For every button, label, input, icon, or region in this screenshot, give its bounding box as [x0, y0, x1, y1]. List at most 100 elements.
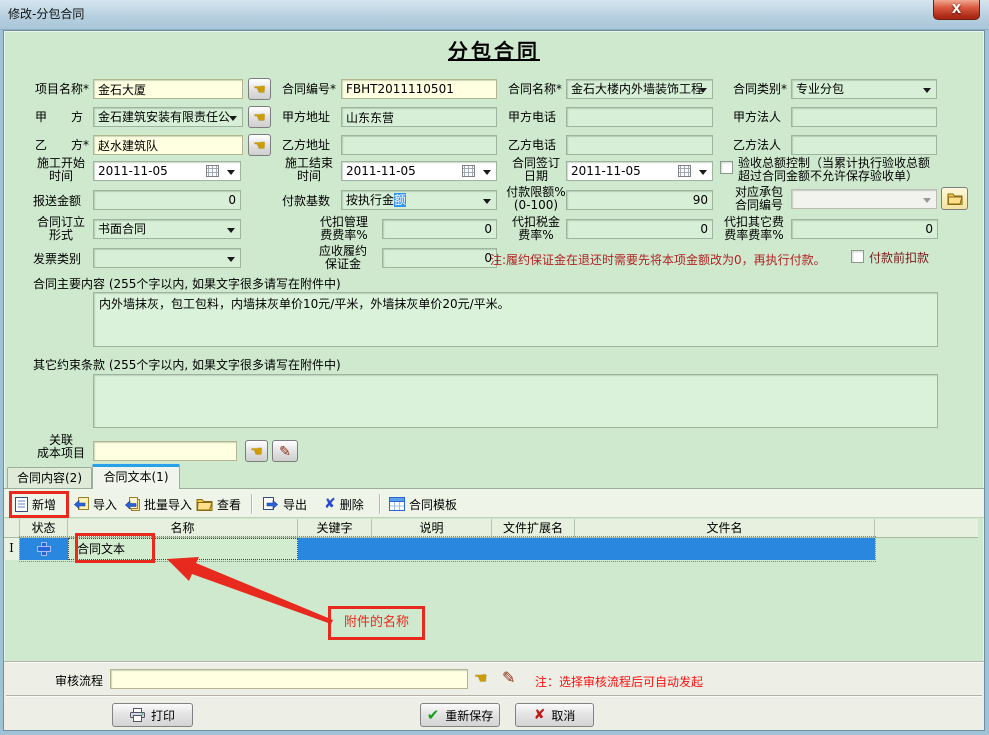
plus-icon [38, 543, 50, 555]
party-b-phone-input[interactable] [566, 135, 713, 155]
mgmt-fee-rate-label: 代扣管理 费费率% [310, 216, 378, 242]
template-button[interactable]: 合同模板 [389, 493, 457, 515]
name-cell[interactable]: 合同文本 [68, 538, 298, 560]
pre-payment-deduct-label: 付款前扣款 [869, 251, 929, 265]
party-a-legal-input[interactable] [791, 107, 937, 127]
doc-new-icon [15, 497, 28, 512]
report-amount-input[interactable] [93, 190, 241, 210]
delete-x-icon: ✘ [324, 497, 336, 512]
sign-date-datepicker[interactable]: 2011-11-05 [566, 161, 713, 181]
start-time-datepicker[interactable]: 2011-11-05 [93, 161, 241, 181]
chevron-down-icon [227, 228, 235, 237]
other-terms-textarea[interactable] [93, 374, 938, 428]
grid-header-status: 状态 [20, 519, 68, 538]
other-fee-rate-input[interactable] [791, 219, 938, 239]
deposit-note: 注:履约保证金在退还时需要先将本项金额改为0，再执行付款。 [490, 251, 826, 268]
chevron-down-icon [699, 170, 707, 179]
import-button[interactable]: 导入 [73, 493, 117, 515]
batch-import-icon [124, 497, 140, 512]
grid-header-file-name: 文件名 [575, 519, 875, 538]
end-time-datepicker[interactable]: 2011-11-05 [341, 161, 497, 181]
acceptance-control-label: 验收总额控制（当累计执行验收总额 超过合同金额不允许保存验收单） [738, 157, 964, 183]
party-a-label: 甲 方 [35, 110, 83, 124]
pre-payment-deduct-checkbox[interactable] [851, 250, 864, 263]
print-button[interactable]: 打印 [112, 703, 193, 727]
cost-item-picker-button[interactable]: ☚ [245, 440, 268, 462]
contract-form-label: 合同订立 形式 [30, 216, 92, 242]
grid-header-file-ext: 文件扩展名 [492, 519, 575, 538]
mgmt-fee-rate-input[interactable] [382, 219, 497, 239]
party-b-legal-input[interactable] [791, 135, 937, 155]
acceptance-control-checkbox[interactable] [720, 161, 733, 174]
template-icon [389, 497, 405, 511]
party-a-address-input[interactable] [341, 107, 497, 127]
grid-header-keyword: 关键字 [298, 519, 372, 538]
approval-clear-button[interactable]: ✎ [502, 668, 515, 687]
party-a-phone-input[interactable] [566, 107, 713, 127]
cost-item-input[interactable] [93, 441, 237, 461]
save-button[interactable]: ✔ 重新保存 [420, 703, 500, 727]
grid-header-description: 说明 [372, 519, 492, 538]
keyword-cell[interactable] [298, 538, 372, 560]
view-button[interactable]: 查看 [196, 493, 241, 515]
close-button[interactable]: X [933, 0, 980, 20]
status-cell[interactable] [20, 538, 68, 560]
party-a-picker-button[interactable]: ☚ [248, 106, 271, 128]
batch-import-button[interactable]: 批量导入 [124, 493, 192, 515]
add-button[interactable]: 新增 [15, 493, 56, 515]
approval-flow-label: 审核流程 [55, 674, 103, 688]
grid-header-filler [875, 519, 978, 538]
payment-limit-input[interactable] [566, 190, 713, 210]
deposit-label: 应收履约 保证金 [308, 245, 378, 271]
party-a-select[interactable]: 金石建筑安装有限责任公 [93, 107, 243, 127]
chevron-down-icon [923, 88, 931, 97]
deposit-input[interactable] [382, 248, 497, 268]
party-b-address-label: 乙方地址 [282, 138, 330, 152]
hand-picker-icon: ☚ [253, 110, 266, 126]
party-b-label: 乙 方* [35, 138, 89, 152]
approval-picker-button[interactable]: ☚ [474, 669, 487, 688]
contract-type-select[interactable]: 专业分包 [791, 79, 937, 99]
file-name-cell[interactable] [575, 538, 875, 560]
footer-divider [6, 695, 982, 696]
file-ext-cell[interactable] [492, 538, 575, 560]
contract-no-input[interactable] [341, 79, 497, 99]
calendar-icon [678, 165, 691, 177]
cancel-button[interactable]: ✘ 取消 [515, 703, 594, 727]
contract-form-select[interactable]: 书面合同 [93, 219, 241, 239]
tax-fee-rate-input[interactable] [566, 219, 713, 239]
close-icon: X [952, 2, 961, 16]
main-content-textarea[interactable]: 内外墙抹灰，包工包料，内墙抹灰单价10元/平米，外墙抹灰单价20元/平米。 [93, 292, 938, 347]
folder-icon [947, 192, 963, 205]
party-b-picker-button[interactable]: ☚ [248, 134, 271, 156]
project-picker-button[interactable]: ☚ [248, 78, 271, 100]
approval-note: 注：选择审核流程后可自动发起 [535, 673, 703, 690]
party-b-input[interactable] [93, 135, 243, 155]
printer-icon [130, 708, 145, 722]
grid-header-indicator [4, 519, 20, 538]
window-title: 修改-分包合同 [8, 7, 84, 21]
description-cell[interactable] [372, 538, 492, 560]
calendar-icon [206, 165, 219, 177]
contract-name-select[interactable]: 金石大楼内外墙装饰工程 [566, 79, 713, 99]
hand-picker-icon: ☚ [253, 138, 266, 154]
export-button[interactable]: 导出 [263, 493, 307, 515]
party-b-address-input[interactable] [341, 135, 497, 155]
approval-flow-input[interactable] [110, 669, 468, 689]
payment-base-select[interactable]: 按执行金额 [341, 190, 497, 210]
other-fee-rate-label: 代扣其它费 费率费率% [719, 216, 789, 242]
main-content-label: 合同主要内容 (255个字以内, 如果文字很多请写在附件中) [33, 277, 341, 291]
delete-button[interactable]: ✘ 删除 [324, 493, 364, 515]
party-a-phone-label: 甲方电话 [508, 110, 556, 124]
project-name-input[interactable] [93, 79, 243, 99]
invoice-type-select[interactable] [93, 248, 241, 268]
grid-header-name: 名称 [68, 519, 298, 538]
party-a-address-label: 甲方地址 [282, 110, 330, 124]
tab-contract-content[interactable]: 合同内容(2) [7, 467, 92, 489]
tab-contract-text[interactable]: 合同文本(1) [92, 464, 180, 489]
contract-type-label: 合同类别* [733, 82, 787, 96]
report-amount-label: 报送金额 [33, 194, 81, 208]
cost-item-clear-button[interactable]: ✎ [272, 440, 298, 462]
related-contract-folder-button[interactable] [941, 187, 968, 210]
export-icon [263, 497, 279, 512]
